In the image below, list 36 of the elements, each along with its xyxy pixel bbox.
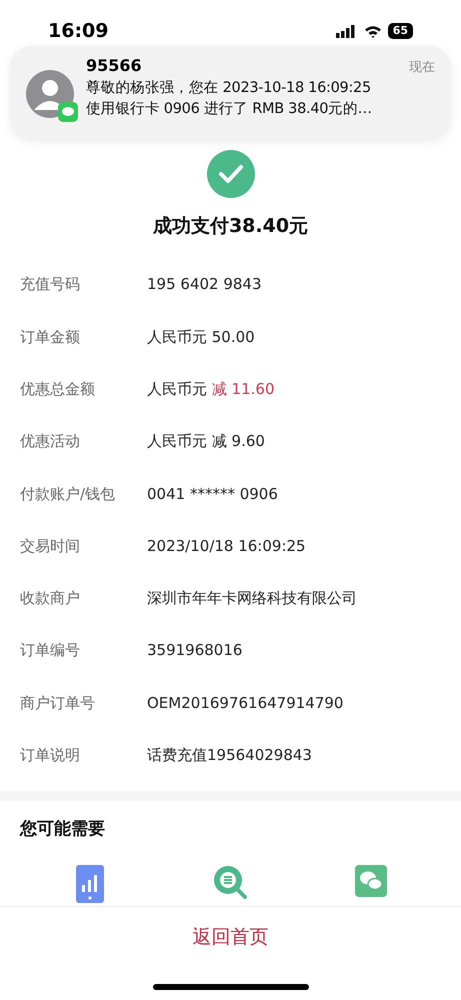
- wifi-icon: [364, 24, 382, 38]
- detail-label: 订单金额: [20, 326, 81, 348]
- chat-bubbles-icon[interactable]: [354, 864, 387, 897]
- detail-label: 收款商户: [20, 588, 81, 610]
- detail-value: 话费充值19564029843: [147, 745, 312, 766]
- notification-time: 现在: [409, 59, 435, 77]
- detail-label: 优惠总金额: [20, 378, 96, 400]
- detail-value: 3591968016: [147, 640, 242, 662]
- detail-value: 人民币元 减 9.60: [147, 431, 265, 452]
- detail-value: 195 6402 9843: [147, 274, 262, 296]
- status-time: 16:09: [48, 18, 108, 44]
- detail-label: 付款账户/钱包: [20, 484, 116, 505]
- detail-value: 0041 ****** 0906: [147, 484, 278, 505]
- payment-result-title: 成功支付38.40元: [152, 214, 308, 239]
- detail-label: 商户订单号: [20, 692, 96, 714]
- detail-label: 优惠活动: [20, 431, 81, 452]
- back-home-button[interactable]: 返回首页: [182, 921, 278, 954]
- detail-label: 订单编号: [20, 640, 81, 662]
- notification-sender: 95566: [86, 56, 142, 76]
- detail-label: 充值号码: [20, 274, 81, 296]
- detail-value: 人民币元 50.00: [147, 326, 255, 348]
- detail-value: 人民币元 减 11.60: [147, 378, 274, 400]
- detail-value: 深圳市年年卡网络科技有限公司: [147, 588, 357, 610]
- message-icon: [58, 102, 78, 122]
- detail-value: OEM20169761647914790: [147, 692, 344, 714]
- phone-chart-icon[interactable]: [76, 864, 104, 903]
- detail-value: 2023/10/18 16:09:25: [147, 536, 306, 557]
- success-check-icon: [206, 150, 254, 198]
- battery-level: 65: [388, 23, 413, 39]
- detail-label: 订单说明: [20, 745, 81, 766]
- notification-text: 尊敬的杨张强，您在 2023-10-18 16:09:25: [86, 78, 372, 98]
- notification-card[interactable]: 95566 现在 尊敬的杨张强，您在 2023-10-18 16:09:25 使用银行卡 0906 进行了 RMB 38.40元的…: [10, 46, 451, 140]
- section-title: 您可能需要: [20, 818, 106, 842]
- detail-label: 交易时间: [20, 536, 81, 557]
- notification-text: 使用银行卡 0906 进行了 RMB 38.40元的…: [86, 100, 373, 118]
- search-icon[interactable]: [213, 864, 248, 899]
